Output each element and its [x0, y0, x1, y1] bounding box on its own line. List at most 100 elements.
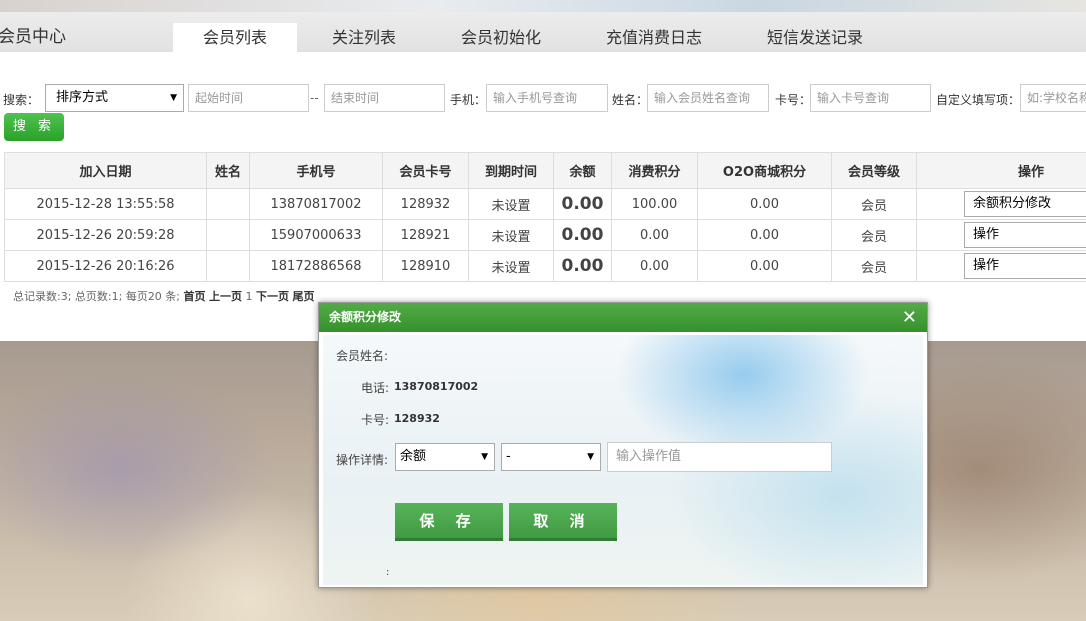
phone-label: 电话:: [361, 381, 390, 395]
card-label: 卡号:: [361, 413, 390, 427]
custom-field-input[interactable]: 如:学校名称: [1020, 84, 1086, 112]
chevron-down-icon: ▼: [481, 452, 488, 462]
table-header-row: 加入日期 姓名 手机号 会员卡号 到期时间 余额 消费积分 O2O商城积分 会员…: [4, 152, 1086, 189]
level-cell: 会员: [831, 188, 917, 220]
pager-first-link[interactable]: 首页: [184, 290, 206, 303]
page-title: 会员中心: [0, 27, 66, 47]
join-date-cell: 2015-12-26 20:16:26: [4, 250, 207, 282]
search-button[interactable]: 搜 索: [4, 113, 64, 141]
card-link[interactable]: 128921: [382, 219, 469, 251]
join-date-cell: 2015-12-28 13:55:58: [4, 188, 207, 220]
save-button[interactable]: 保 存: [395, 503, 503, 541]
tab-member-init[interactable]: 会员初始化: [441, 23, 561, 52]
tab-follow-list[interactable]: 关注列表: [304, 23, 424, 52]
pager-next-link[interactable]: 下一页: [256, 290, 289, 303]
name-cell: [206, 188, 250, 220]
dialog-title: 余额积分修改: [329, 310, 402, 324]
column-header: 消费积分: [611, 152, 698, 189]
o2o-points-link[interactable]: 0.00: [697, 250, 832, 282]
pager-current-page: 1: [245, 290, 253, 303]
chevron-down-icon: ▼: [170, 93, 177, 103]
member-center-panel: 会员中心 会员列表 关注列表 会员初始化 充值消费日志 短信发送记录 搜索： 排…: [0, 12, 1086, 341]
tab-recharge-log[interactable]: 充值消费日志: [590, 23, 718, 52]
custom-field-label: 自定义填写项：: [936, 93, 1021, 107]
operator-select[interactable]: - ▼: [501, 443, 601, 471]
name-search-input[interactable]: 输入会员姓名查询: [647, 84, 769, 112]
search-label: 搜索：: [3, 93, 40, 107]
phone-value: 13870817002: [394, 380, 479, 393]
phone-cell: 13870817002: [249, 188, 383, 220]
pagination: 总记录数:3; 总页数:1; 每页20 条; 首页 上一页 1 下一页 尾页: [13, 288, 315, 304]
end-time-input[interactable]: 结束时间: [324, 84, 445, 112]
o2o-points-link[interactable]: 0.00: [697, 188, 832, 220]
column-header: O2O商城积分: [697, 152, 832, 189]
dialog-body: 会员姓名: 电话: 13870817002 卡号: 128932 操作详情: 余…: [323, 335, 923, 585]
tab-member-list[interactable]: 会员列表: [173, 23, 297, 52]
name-cell: [206, 219, 250, 251]
points-link[interactable]: 0.00: [611, 250, 698, 282]
phone-search-input[interactable]: 输入手机号查询: [486, 84, 608, 112]
phone-label: 手机：: [450, 93, 487, 107]
points-link[interactable]: 0.00: [611, 219, 698, 251]
table-row: 2015-12-26 20:16:26 18172886568 128910 未…: [4, 250, 1086, 282]
action-cell: 操作: [916, 219, 1086, 251]
table-row: 2015-12-28 13:55:58 13870817002 128932 未…: [4, 188, 1086, 220]
balance-cell: 0.00: [553, 219, 612, 251]
column-header: 会员等级: [831, 152, 917, 189]
start-time-input[interactable]: 起始时间: [188, 84, 309, 112]
operation-type-value: 余额: [400, 449, 427, 464]
action-select[interactable]: 操作: [964, 222, 1086, 248]
level-cell: 会员: [831, 250, 917, 282]
action-select[interactable]: 操作: [964, 253, 1086, 279]
dialog-header: 余额积分修改 ✕: [319, 303, 927, 332]
balance-points-dialog: 余额积分修改 ✕ 会员姓名: 电话: 13870817002 卡号: 12893…: [318, 302, 928, 588]
operation-detail-label: 操作详情:: [336, 453, 389, 467]
cancel-button[interactable]: 取 消: [509, 503, 617, 541]
table-row: 2015-12-26 20:59:28 15907000633 128921 未…: [4, 219, 1086, 251]
column-header: 会员卡号: [382, 152, 469, 189]
operation-type-select[interactable]: 余额 ▼: [395, 443, 495, 471]
pager-last-link[interactable]: 尾页: [293, 290, 315, 303]
level-cell: 会员: [831, 219, 917, 251]
expire-link[interactable]: 未设置: [468, 250, 554, 282]
points-link[interactable]: 100.00: [611, 188, 698, 220]
date-range-separator: --: [310, 91, 319, 105]
sort-select[interactable]: 排序方式 ▼: [45, 84, 184, 112]
expire-link[interactable]: 未设置: [468, 219, 554, 251]
member-name-label: 会员姓名:: [336, 349, 389, 363]
phone-cell: 18172886568: [249, 250, 383, 282]
header-bar: 会员中心 会员列表 关注列表 会员初始化 充值消费日志 短信发送记录: [0, 12, 1086, 52]
expire-link[interactable]: 未设置: [468, 188, 554, 220]
card-link[interactable]: 128932: [382, 188, 469, 220]
column-header: 操作: [916, 152, 1086, 189]
member-table: 加入日期 姓名 手机号 会员卡号 到期时间 余额 消费积分 O2O商城积分 会员…: [4, 152, 1086, 282]
chevron-down-icon: ▼: [587, 452, 594, 462]
pager-summary: 总记录数:3; 总页数:1; 每页20 条;: [13, 290, 181, 303]
search-bar: 搜索： 排序方式 ▼ 起始时间 -- 结束时间 手机： 输入手机号查询 姓名： …: [0, 84, 1086, 112]
sort-select-value: 排序方式: [56, 90, 109, 105]
card-link[interactable]: 128910: [382, 250, 469, 282]
browser-background-strip: [0, 0, 1086, 12]
column-header: 姓名: [206, 152, 250, 189]
column-header: 加入日期: [4, 152, 207, 189]
action-select[interactable]: 余额积分修改: [964, 191, 1086, 217]
o2o-points-link[interactable]: 0.00: [697, 219, 832, 251]
card-label: 卡号：: [775, 93, 812, 107]
tab-sms-log[interactable]: 短信发送记录: [750, 23, 880, 52]
join-date-cell: 2015-12-26 20:59:28: [4, 219, 207, 251]
close-icon[interactable]: ✕: [902, 303, 917, 332]
column-header: 手机号: [249, 152, 383, 189]
operator-value: -: [506, 449, 511, 464]
pager-prev-link[interactable]: 上一页: [209, 290, 242, 303]
action-cell: 余额积分修改: [916, 188, 1086, 220]
column-header: 到期时间: [468, 152, 554, 189]
name-cell: [206, 250, 250, 282]
dialog-footer-text: :: [386, 567, 390, 578]
card-search-input[interactable]: 输入卡号查询: [810, 84, 931, 112]
column-header: 余额: [553, 152, 612, 189]
name-label: 姓名：: [612, 93, 649, 107]
balance-cell: 0.00: [553, 188, 612, 220]
operation-value-input[interactable]: 输入操作值: [607, 442, 832, 472]
phone-cell: 15907000633: [249, 219, 383, 251]
action-cell: 操作: [916, 250, 1086, 282]
